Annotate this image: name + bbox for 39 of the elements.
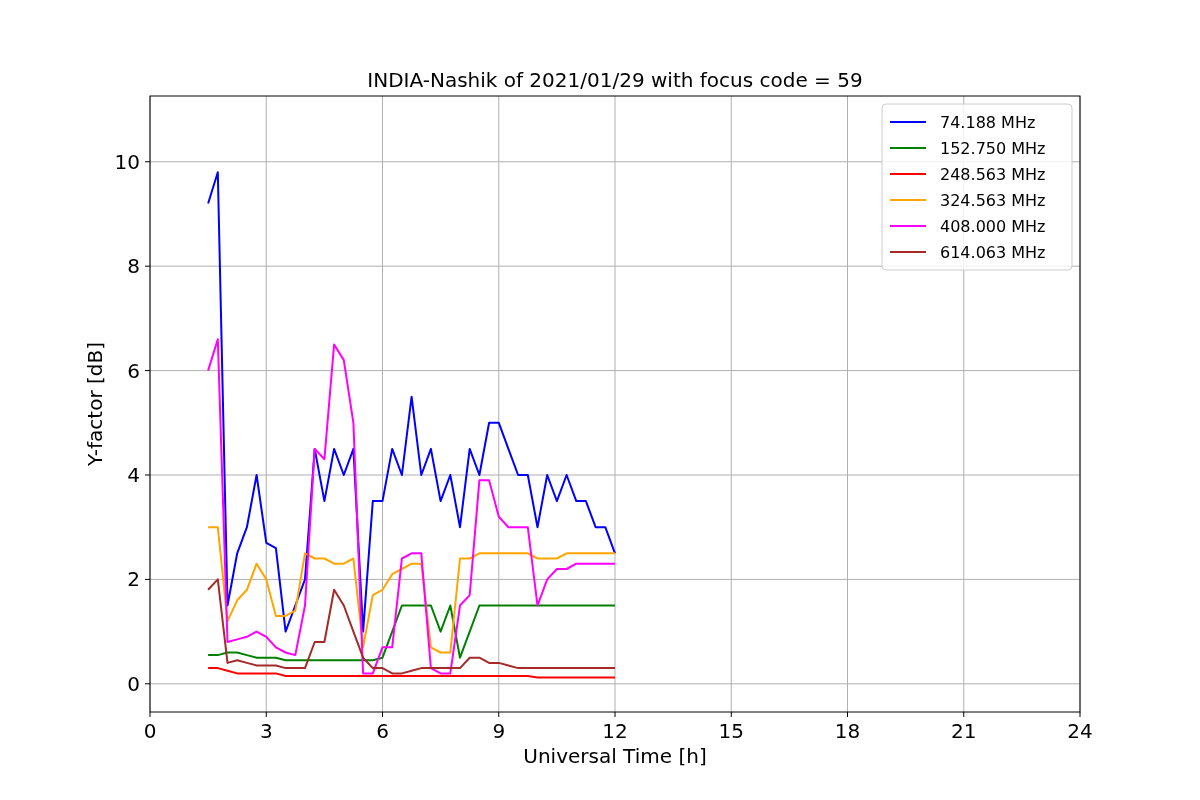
- y-tick-label: 6: [127, 358, 140, 383]
- x-tick-mark: [847, 711, 848, 718]
- y-tick-mark: [144, 683, 151, 685]
- y-tick-label: 0: [127, 671, 140, 696]
- x-tick-label: 18: [834, 719, 861, 743]
- x-tick-mark: [265, 711, 267, 718]
- y-tick-label: 10: [114, 149, 140, 174]
- legend-label: 408.000 MHz: [940, 217, 1046, 236]
- x-tick-mark: [149, 711, 151, 718]
- legend-label: 324.563 MHz: [940, 191, 1046, 210]
- x-axis-label: Universal Time [h]: [523, 744, 707, 768]
- y-tick-mark: [144, 161, 151, 163]
- y-tick-label: 4: [127, 463, 140, 487]
- x-tick-mark: [730, 711, 732, 718]
- x-tick-mark: [963, 711, 965, 718]
- x-tick-label: 6: [376, 719, 389, 743]
- x-tick-label: 21: [951, 719, 977, 743]
- x-tick-mark: [614, 711, 616, 718]
- chart-title: INDIA-Nashik of 2021/01/29 with focus code = 59: [367, 68, 863, 92]
- y-axis-label: Y-factor [dB]: [83, 342, 107, 466]
- x-tick-label: 12: [602, 719, 628, 743]
- y-tick-mark: [144, 370, 151, 372]
- legend-label: 614.063 MHz: [940, 243, 1046, 262]
- legend-label: 74.188 MHz: [940, 113, 1036, 132]
- y-tick-mark: [144, 578, 151, 580]
- x-tick-mark: [498, 711, 500, 718]
- x-tick-label: 9: [492, 719, 506, 743]
- y-tick-mark: [144, 265, 151, 267]
- x-tick-mark: [1079, 711, 1081, 718]
- y-tick-label: 8: [127, 254, 140, 279]
- x-tick-mark: [382, 711, 383, 718]
- x-tick-label: 3: [259, 719, 273, 743]
- x-tick-label: 24: [1067, 719, 1093, 743]
- y-tick-mark: [144, 474, 151, 476]
- legend-label: 248.563 MHz: [940, 165, 1046, 184]
- legend-label: 152.750 MHz: [940, 139, 1046, 158]
- x-tick-label: 15: [718, 719, 744, 743]
- x-tick-label: 0: [143, 719, 157, 743]
- y-tick-label: 2: [127, 567, 140, 592]
